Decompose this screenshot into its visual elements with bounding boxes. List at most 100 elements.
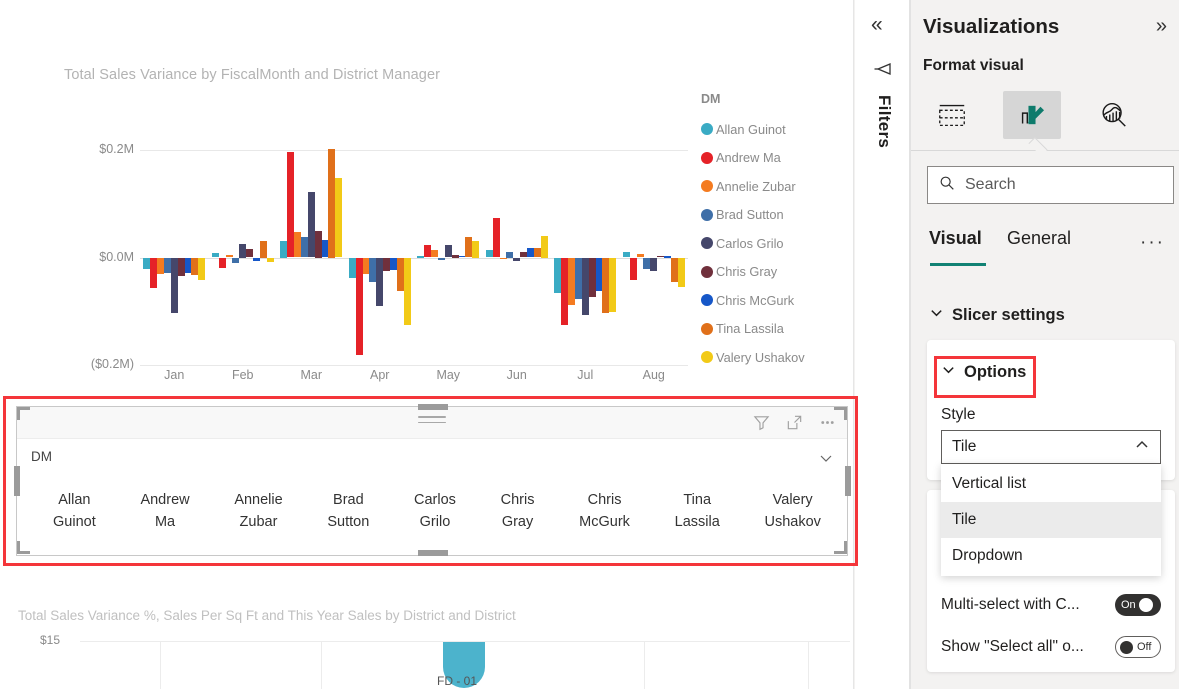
bar[interactable] [540,236,548,258]
format-visual-icon[interactable] [1003,91,1061,139]
legend-label: Carlos Grilo [716,235,784,251]
tab-general[interactable]: General [1007,228,1071,249]
bar[interactable] [218,257,226,268]
bar[interactable] [677,257,685,288]
toggle-select-all[interactable]: Show "Select all" o... Off [941,632,1161,662]
bottom-vline [160,641,161,689]
slicer-tile-line: Tina [683,492,712,508]
legend-item[interactable]: Andrew Ma [701,144,851,173]
style-option-vertical-list[interactable]: Vertical list [941,466,1161,502]
chevron-down-icon[interactable] [819,451,833,470]
column-chart-visual[interactable]: Total Sales Variance by FiscalMonth and … [0,0,853,392]
bar[interactable] [431,249,439,258]
slicer-tile[interactable]: Chris McGurk [573,487,636,535]
drag-grip-icon[interactable] [418,416,446,427]
resize-handle-top[interactable] [418,404,448,410]
x-axis-tick: Jul [577,368,594,382]
bar[interactable] [335,178,343,258]
bar[interactable] [259,241,267,258]
bar[interactable] [492,218,500,258]
slicer-header [17,407,847,439]
filter-icon[interactable] [752,413,771,432]
slicer-tile[interactable]: Carlos Grilo [408,487,462,535]
slicer-tile-line: Carlos [414,492,456,508]
legend-item[interactable]: Chris Gray [701,258,851,287]
slicer-tile-line: Ma [154,514,176,530]
bar[interactable] [253,257,261,262]
more-options-icon[interactable]: ··· [1140,232,1165,254]
toggle-select-all-label: Show "Select all" o... [941,638,1084,655]
style-select[interactable]: Tile [941,430,1161,464]
tab-visual[interactable]: Visual [929,228,982,249]
style-dropdown-list[interactable]: Vertical list Tile Dropdown [941,464,1161,576]
build-visual-icon[interactable] [923,91,981,139]
format-tab-icons [911,84,1179,146]
slicer-tile[interactable]: Valery Ushakov [758,487,826,535]
slicer-tile-line: Grilo [419,514,451,530]
toggle-knob [1120,640,1133,654]
legend-label: Chris Gray [716,264,778,280]
legend-label: Chris McGurk [716,292,795,308]
filter-icon[interactable] [872,58,894,85]
resize-handle-right[interactable] [845,466,851,496]
bar[interactable] [499,257,507,260]
resize-handle-left[interactable] [14,466,20,496]
slicer-tile-line: Valery [772,492,813,508]
resize-handle-br[interactable] [834,541,847,554]
analytics-icon[interactable] [1085,91,1143,139]
legend-item[interactable]: Chris McGurk [701,286,851,315]
chevrons-left-icon[interactable]: « [871,14,883,35]
legend-item[interactable]: Tina Lassila [701,315,851,344]
bar[interactable] [246,248,254,258]
chevron-down-icon [929,305,944,325]
resize-handle-tl[interactable] [17,407,30,420]
options-card-header[interactable]: Options [941,362,1026,382]
slicer-tile[interactable]: Brad Sutton [321,487,375,535]
style-option-dropdown[interactable]: Dropdown [941,538,1161,574]
toggle-select-all-switch[interactable]: Off [1115,636,1161,658]
legend-color-dot [701,322,713,335]
legend-item[interactable]: Allan Guinot [701,115,851,144]
legend-item[interactable]: Annelie Zubar [701,172,851,201]
slicer-tile[interactable]: Andrew Ma [134,487,195,535]
bar[interactable] [403,257,411,325]
toggle-multi-select-switch[interactable]: On [1115,594,1161,616]
bottom-vline [321,641,322,689]
slicer-tile[interactable]: Allan Guinot [47,487,102,535]
bar[interactable] [198,257,206,280]
search-input[interactable]: Search [927,166,1174,204]
scatter-chart-visual[interactable]: Total Sales Variance %, Sales Per Sq Ft … [0,596,853,689]
toggle-knob [1138,598,1153,612]
x-axis-tick: Jun [506,368,527,382]
legend-color-dot [701,351,713,364]
slicer-tile[interactable]: Chris Gray [495,487,541,535]
legend-item[interactable]: Brad Sutton [701,201,851,230]
legend-color-dot [701,208,713,221]
legend-color-dot [701,123,713,136]
toggle-multi-select[interactable]: Multi-select with C... On [941,590,1161,620]
bar[interactable] [266,257,274,262]
bar[interactable] [437,257,445,260]
legend-title: DM [701,92,721,106]
chevrons-right-icon[interactable]: » [1156,16,1167,36]
pane-title: Visualizations [923,15,1060,38]
focus-mode-icon[interactable] [785,413,804,432]
slicer-visual[interactable]: DM Allan Guinot Andrew Ma Annelie Zubar Brad Su… [16,406,848,556]
resize-handle-tr[interactable] [834,407,847,420]
bar[interactable] [472,241,480,258]
y-axis: $0.2M $0.0M ($0.2M) [0,142,134,371]
slicer-tile[interactable]: Annelie Zubar [228,487,288,535]
bar[interactable] [609,257,617,313]
legend-item[interactable]: Valery Ushakov [701,343,851,372]
slicer-tile[interactable]: Tina Lassila [669,487,726,535]
section-slicer-settings[interactable]: Slicer settings [929,305,1065,325]
resize-handle-bl[interactable] [17,541,30,554]
legend-item[interactable]: Carlos Grilo [701,229,851,258]
bar[interactable] [232,257,240,264]
bar[interactable] [629,257,637,280]
resize-handle-bottom[interactable] [418,550,448,556]
bar[interactable] [650,257,658,272]
y-axis-tick: ($0.2M) [90,357,134,371]
bar[interactable] [513,257,521,261]
style-option-tile[interactable]: Tile [941,502,1161,538]
